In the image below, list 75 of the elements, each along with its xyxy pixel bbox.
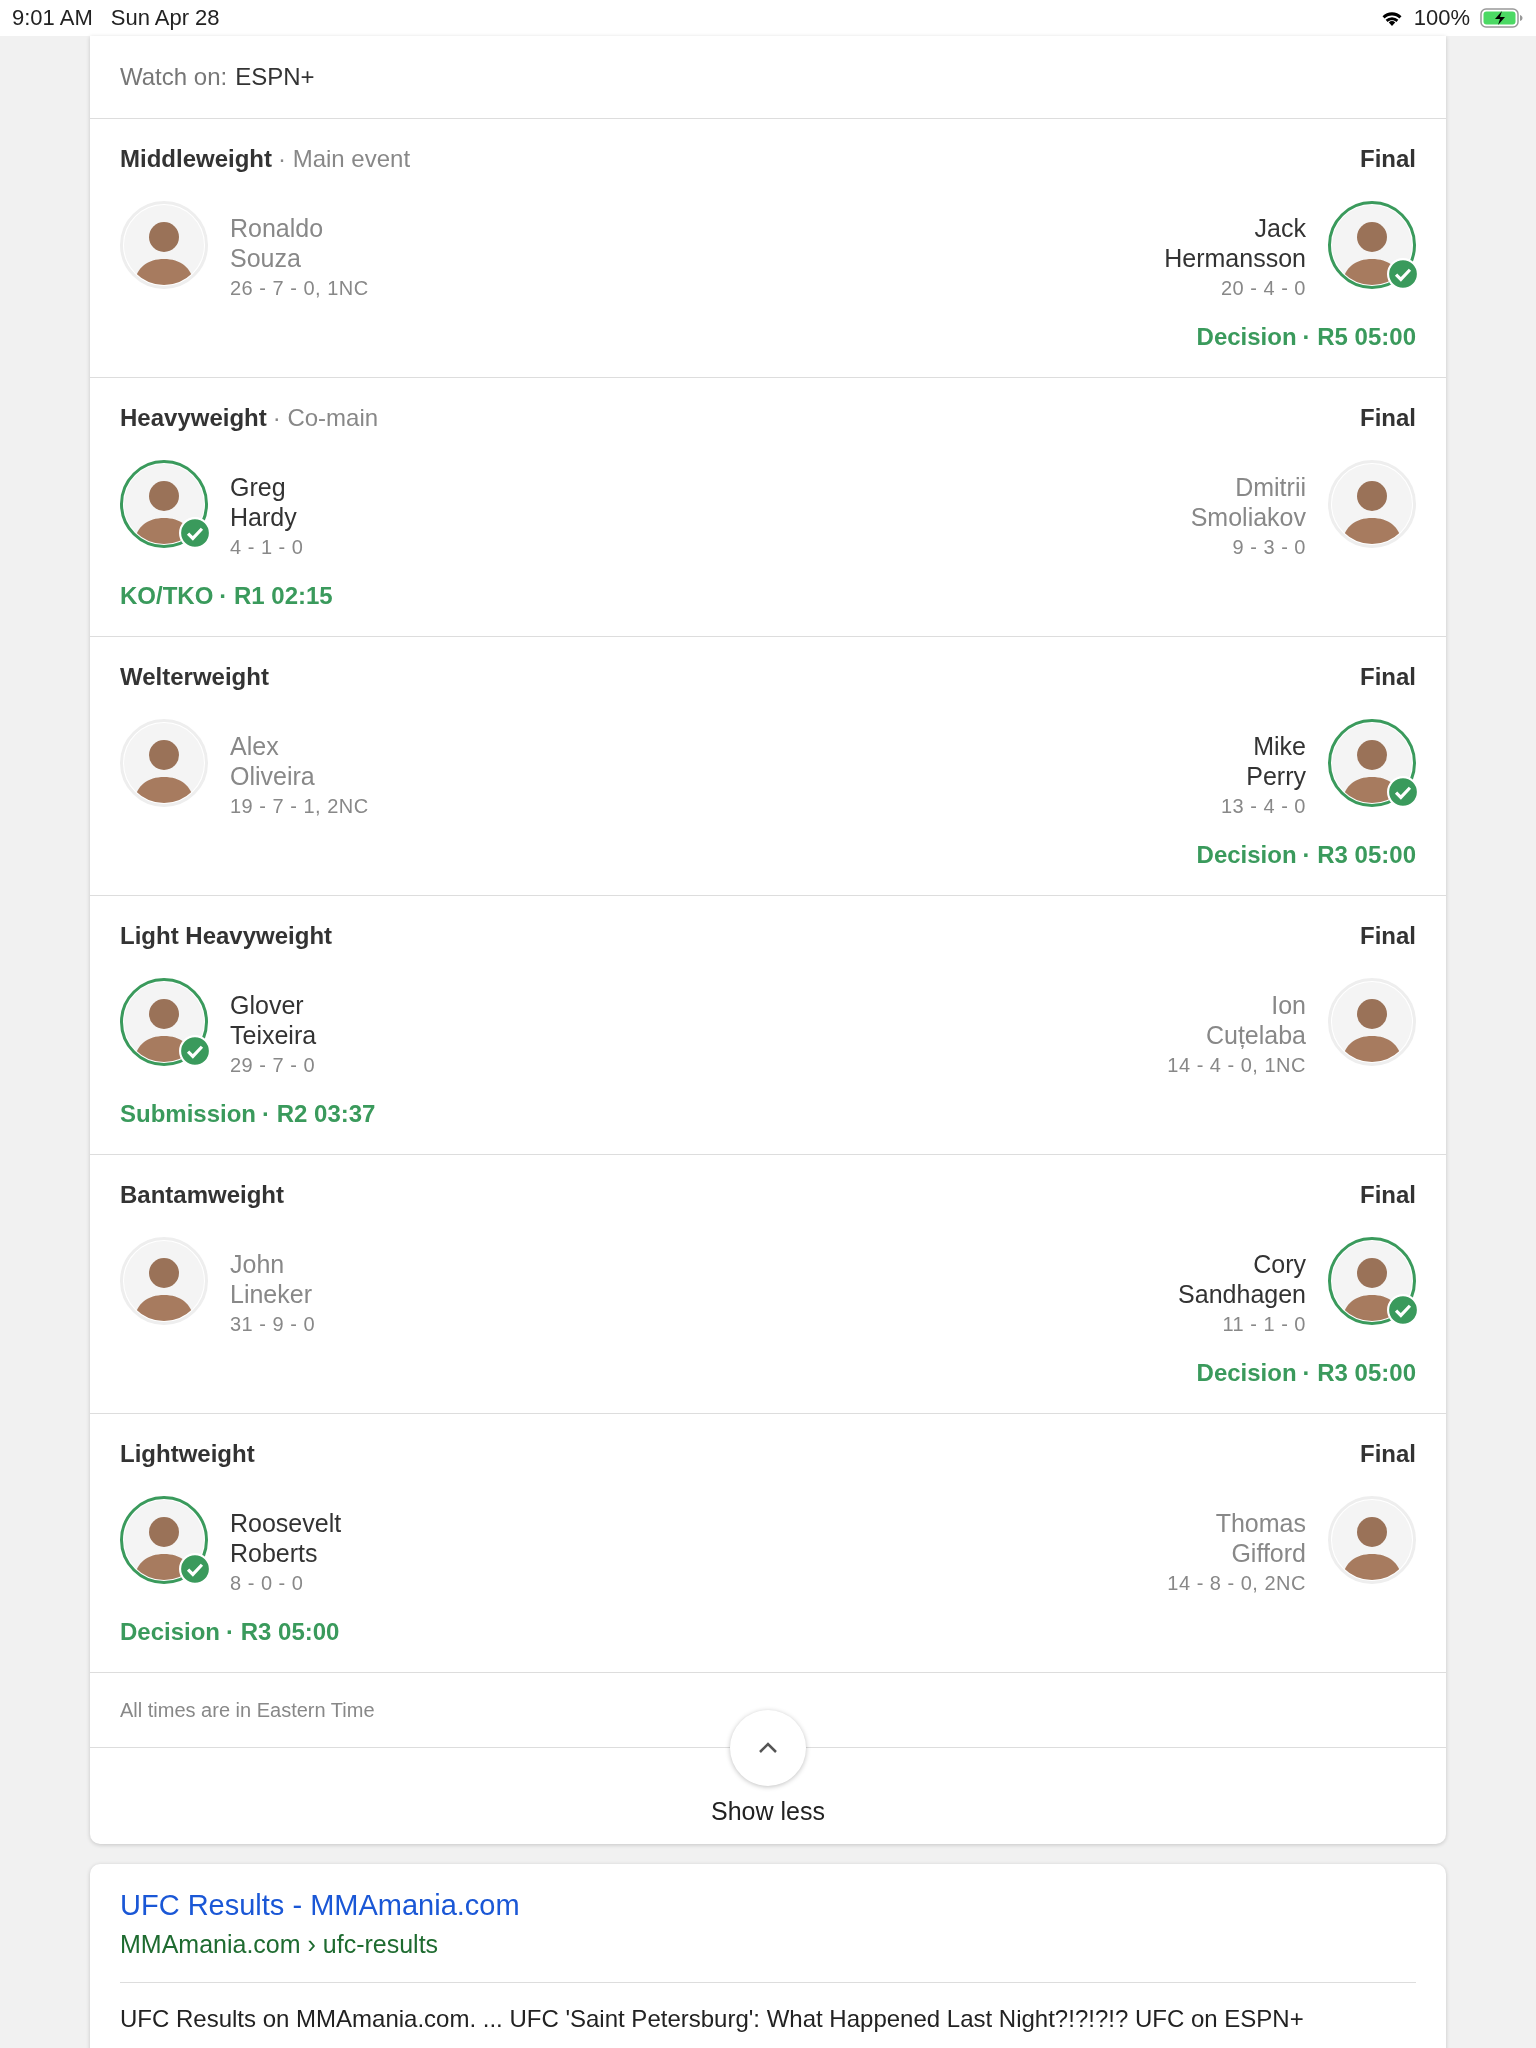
fighter-record: 8 - 0 - 0 [230,1571,305,1596]
show-less-link[interactable]: Show less [711,1797,825,1826]
fighter-last-name: Sandhagen [1178,1279,1306,1309]
result-time: · R5 05:00 [1302,323,1416,351]
watch-value: ESPN+ [235,63,315,91]
fighter-first-name: Dmitrii [1235,472,1306,502]
result-time: · R3 05:00 [1302,1359,1416,1387]
fighter-first-name: Glover [230,990,305,1020]
chevron-up-icon [757,1741,779,1755]
fight-division: Light Heavyweight [120,922,333,950]
fight-division: Heavyweight [120,404,267,432]
result-method: Decision [1196,323,1297,351]
fighter-record: 19 - 7 - 1, 2NC [230,794,369,819]
fighter-last-name: Souza [230,243,302,273]
fighter-last-name: Gifford [1231,1538,1306,1568]
result-time: · R2 03:37 [262,1100,376,1128]
fighter-last-name: Smoliakov [1190,502,1306,532]
fighter-first-name: Ronaldo [230,213,325,243]
fight-division: Welterweight [120,663,269,691]
fighter-last-name: Oliveira [230,761,316,791]
result-snippet: UFC Results on MMAmania.com. ... UFC 'Saint Petersburg': What Happened Last Night?!?!?!? UFC on ESPN+ [120,2005,1305,2033]
fighter-first-name: Greg [230,472,287,502]
fighter-record: 11 - 1 - 0 [1222,1312,1306,1337]
fight-status: Final [1360,1440,1416,1468]
fighter-first-name: Roosevelt [230,1508,342,1538]
fighter-first-name: John [230,1249,286,1279]
fight-division: Bantamweight [120,1181,284,1209]
fighter-last-name: Teixeira [230,1020,317,1050]
battery-percent: 100% [1413,5,1470,31]
result-method: Decision [1196,841,1297,869]
fight-division: Lightweight [120,1440,255,1468]
fighter-record: 14 - 8 - 0, 2NC [1167,1571,1306,1596]
fighter-record: 9 - 3 - 0 [1232,535,1306,560]
result-time: · R3 05:00 [1302,841,1416,869]
result-title-link[interactable]: UFC Results - MMAmania.com [120,1886,1416,1924]
fighter-first-name: Cory [1253,1249,1306,1279]
fighter-record: 4 - 1 - 0 [230,535,304,560]
fighter-record: 14 - 4 - 0, 1NC [1167,1053,1306,1078]
fight-division: Middleweight [120,145,272,173]
status-date: Sun Apr 28 [110,5,220,31]
battery-charging-icon [1480,8,1524,28]
fight-billing: · Co-main [272,404,379,432]
result-method: Decision [120,1618,221,1646]
result-method: Decision [1196,1359,1297,1387]
fighter-record: 20 - 4 - 0 [1220,276,1306,301]
fighter-first-name: Alex [230,731,280,761]
status-time: 9:01 AM [12,5,93,31]
fighter-last-name: Roberts [230,1538,319,1568]
fighter-last-name: Cuțelaba [1205,1020,1306,1050]
result-time: · R1 02:15 [219,582,333,610]
fighter-first-name: Ion [1271,990,1306,1020]
fighter-last-name: Lineker [230,1279,313,1309]
timezone-note: All times are in Eastern Time [120,1698,375,1722]
fight-status: Final [1360,922,1416,950]
result-breadcrumb: MMAmania.com › ufc-results [120,1929,440,1960]
fighter-last-name: Hardy [230,502,298,532]
result-time: · R3 05:00 [226,1618,340,1646]
fighter-record: 13 - 4 - 0 [1220,794,1306,819]
fight-billing: · Main event [278,145,411,173]
fighter-last-name: Perry [1246,761,1306,791]
result-method: KO/TKO [120,582,214,610]
fighter-record: 29 - 7 - 0 [230,1053,317,1078]
fighter-first-name: Mike [1253,731,1306,761]
fighter-first-name: Thomas [1215,1508,1306,1538]
fight-status: Final [1360,145,1416,173]
fighter-record: 26 - 7 - 0, 1NC [230,276,369,301]
fighter-record: 31 - 9 - 0 [230,1312,316,1337]
fight-status: Final [1360,663,1416,691]
result-method: Submission [120,1100,257,1128]
fight-status: Final [1360,404,1416,432]
fighter-first-name: Jack [1254,213,1306,243]
watch-label: Watch on: [120,63,228,91]
fight-status: Final [1360,1181,1416,1209]
collapse-button[interactable] [730,1710,806,1786]
fighter-last-name: Hermansson [1164,243,1306,273]
